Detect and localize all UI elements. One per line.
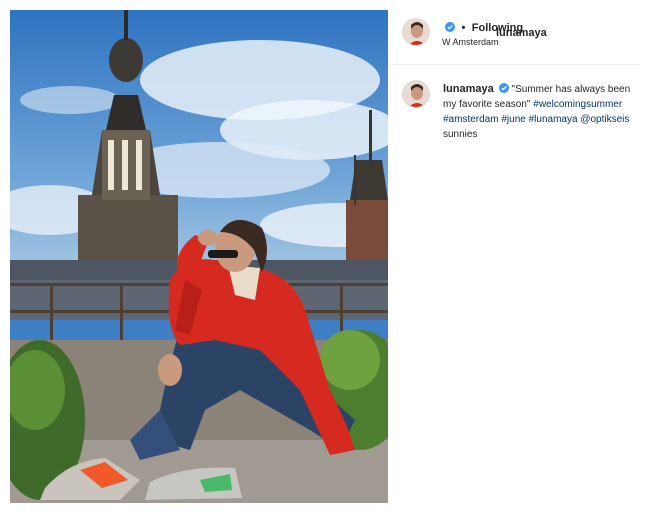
hashtag-welcomingsummer[interactable]: #welcomingsummer	[533, 99, 622, 110]
author-avatar[interactable]	[402, 18, 430, 46]
mention-optikseis[interactable]: @optikseis	[580, 114, 629, 125]
caption-verified-badge-icon	[498, 83, 509, 93]
hashtag-june[interactable]: #june	[501, 114, 525, 125]
caption-avatar[interactable]	[402, 80, 430, 108]
separator-dot: •	[461, 22, 466, 34]
caption-trailing-text: sunnies	[443, 129, 478, 140]
post-header: lunamaya • Following W Amsterdam	[388, 10, 640, 65]
header-username[interactable]: lunamaya	[496, 27, 547, 39]
verified-badge-icon	[445, 22, 455, 32]
hashtag-amsterdam[interactable]: #amsterdam	[443, 114, 499, 125]
caption-avatar-image	[403, 81, 429, 107]
hashtag-lunamaya[interactable]: #lunamaya	[529, 114, 578, 125]
post-photo[interactable]	[10, 10, 388, 503]
location-link[interactable]: W Amsterdam	[442, 37, 499, 47]
avatar-image	[403, 19, 429, 45]
post-photo-illustration	[10, 10, 388, 503]
caption-text-block: lunamaya "Summer has always been my favo…	[443, 82, 638, 142]
header-line: lunamaya • Following	[442, 18, 547, 39]
post-modal: lunamaya • Following W Amsterdam lunamay…	[0, 0, 650, 513]
post-details-pane: lunamaya • Following W Amsterdam lunamay…	[388, 10, 640, 503]
caption-username[interactable]: lunamaya	[443, 83, 494, 95]
